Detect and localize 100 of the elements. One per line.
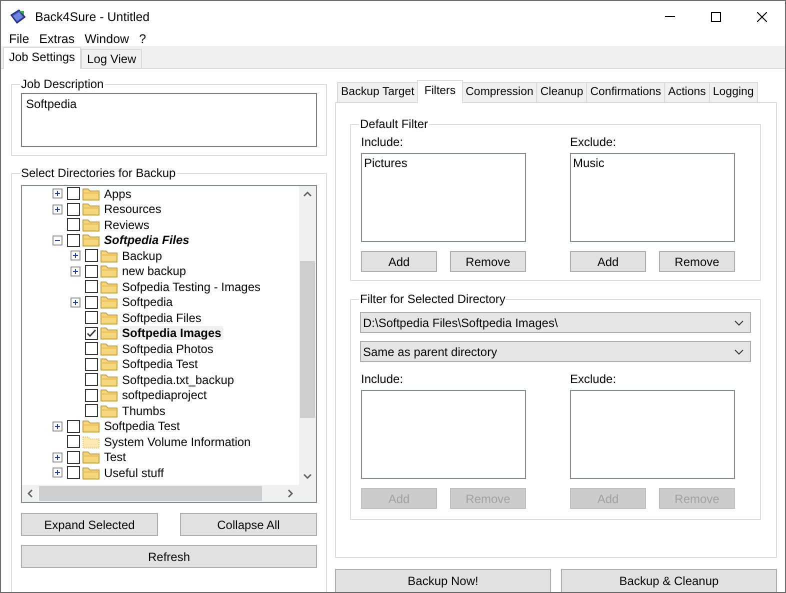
tree-item[interactable]: Softpedia Files: [120, 310, 204, 325]
tree-item[interactable]: Softpedia Images: [120, 326, 224, 340]
tab[interactable]: Confirmations: [586, 82, 666, 102]
checkbox[interactable]: [85, 358, 98, 371]
group-title: Default Filter: [359, 117, 430, 131]
chevron-down-icon: [734, 320, 744, 326]
tree-item[interactable]: Sofpedia Testing - Images: [120, 280, 263, 294]
scroll-thumb[interactable]: [300, 261, 315, 418]
menu-item[interactable]: Window: [80, 32, 134, 46]
minimize-icon: [665, 16, 675, 17]
checkbox[interactable]: [85, 342, 98, 356]
list-box[interactable]: Music: [570, 153, 735, 242]
tab[interactable]: Actions: [664, 82, 710, 102]
expand-icon[interactable]: [52, 467, 63, 478]
tree-item[interactable]: Softpedia Files: [102, 233, 192, 248]
checkbox[interactable]: [85, 404, 98, 418]
expand-icon[interactable]: [52, 420, 63, 432]
checkbox[interactable]: [67, 466, 80, 480]
tab[interactable]: Logging: [708, 82, 758, 102]
tree-item[interactable]: Backup: [120, 248, 164, 263]
checkbox[interactable]: [67, 450, 80, 464]
scroll-thumb[interactable]: [39, 486, 262, 501]
horizontal-scrollbar[interactable]: [22, 485, 299, 502]
expand-icon[interactable]: [52, 204, 63, 215]
checkbox[interactable]: [85, 311, 98, 324]
tree-item[interactable]: Reviews: [102, 218, 152, 232]
app-icon: [9, 8, 27, 26]
tab[interactable]: Filters: [417, 80, 463, 103]
backup-cleanup-button[interactable]: Backup & Cleanup: [561, 569, 777, 592]
tree-item[interactable]: Softpedia.txt_backup: [120, 372, 236, 387]
refresh-button[interactable]: Refresh: [21, 545, 317, 568]
group-title: Filter for Selected Directory: [359, 292, 506, 306]
expand-selected-button[interactable]: Expand Selected: [21, 513, 158, 536]
list-item[interactable]: Music: [573, 156, 732, 170]
list-box[interactable]: [361, 390, 526, 479]
checkbox[interactable]: [85, 326, 98, 340]
tab[interactable]: Job Settings: [3, 47, 82, 69]
tree-item[interactable]: Thumbs: [120, 404, 168, 418]
remove-button[interactable]: Remove: [450, 251, 526, 272]
checkbox[interactable]: [67, 202, 80, 216]
tree-item[interactable]: Test: [102, 450, 128, 464]
checkbox[interactable]: [67, 218, 80, 232]
menu-item[interactable]: Extras: [34, 32, 80, 46]
tree-item[interactable]: new backup: [120, 264, 188, 278]
list-label: Exclude:: [570, 372, 618, 386]
checkbox[interactable]: [67, 234, 80, 247]
expand-icon[interactable]: [52, 188, 63, 200]
backup-now-button[interactable]: Backup Now!: [335, 569, 551, 592]
expand-icon[interactable]: [52, 452, 63, 463]
tree-item[interactable]: softpediaproject: [120, 388, 209, 402]
list-item[interactable]: Pictures: [364, 156, 523, 170]
checkbox[interactable]: [67, 187, 80, 200]
directory-dropdown[interactable]: D:\Softpedia Files\Softpedia Images\: [360, 312, 751, 333]
group-title: Job Description: [20, 77, 105, 91]
list-box[interactable]: Pictures: [361, 153, 526, 242]
checkbox[interactable]: [67, 420, 80, 433]
chevron-down-icon: [734, 348, 744, 354]
remove-button[interactable]: Remove: [659, 251, 735, 272]
tab[interactable]: Compression: [462, 82, 538, 102]
checkbox[interactable]: [67, 435, 80, 448]
tab[interactable]: Log View: [81, 49, 142, 68]
add-button[interactable]: Add: [361, 251, 437, 272]
collapse-icon[interactable]: [52, 234, 63, 246]
list-label: Include:: [361, 135, 404, 149]
description-field[interactable]: Softpedia: [21, 93, 317, 147]
group-title: Select Directories for Backup: [20, 166, 177, 180]
scroll-up-icon[interactable]: [303, 191, 312, 198]
tab[interactable]: Backup Target: [337, 82, 418, 102]
tree-item[interactable]: Softpedia Test: [102, 419, 182, 434]
expand-icon[interactable]: [70, 296, 81, 308]
directory-tree[interactable]: [21, 185, 317, 503]
expand-icon[interactable]: [70, 250, 81, 262]
checkbox[interactable]: [85, 264, 98, 278]
list-box[interactable]: [570, 390, 735, 479]
filter-mode-dropdown[interactable]: Same as parent directory: [360, 341, 751, 362]
checkbox[interactable]: [85, 388, 98, 402]
list-label: Include:: [361, 372, 404, 386]
tree-item[interactable]: Softpedia Photos: [120, 342, 216, 356]
checkbox[interactable]: [85, 296, 98, 309]
tree-item[interactable]: System Volume Information: [102, 434, 253, 449]
add-button[interactable]: Add: [570, 251, 646, 272]
scroll-right-icon[interactable]: [287, 489, 294, 498]
tree-item[interactable]: Apps: [102, 186, 134, 201]
tab[interactable]: Cleanup: [536, 82, 588, 102]
tree-item[interactable]: Softpedia: [120, 295, 175, 310]
checkbox[interactable]: [85, 280, 98, 294]
menu-item[interactable]: File: [4, 32, 34, 46]
close-icon: [757, 12, 767, 22]
window-title: Back4Sure - Untitled: [35, 10, 151, 24]
menu-item[interactable]: ?: [134, 32, 152, 46]
checkbox[interactable]: [85, 373, 98, 386]
vertical-scrollbar[interactable]: [299, 186, 316, 485]
scroll-down-icon[interactable]: [303, 473, 312, 480]
checkbox[interactable]: [85, 249, 98, 262]
collapse-all-button[interactable]: Collapse All: [180, 513, 317, 536]
tree-item[interactable]: Useful stuff: [102, 466, 166, 480]
expand-icon[interactable]: [70, 266, 81, 277]
scroll-left-icon[interactable]: [27, 489, 34, 498]
tree-item[interactable]: Resources: [102, 202, 164, 216]
tree-item[interactable]: Softpedia Test: [120, 357, 200, 372]
